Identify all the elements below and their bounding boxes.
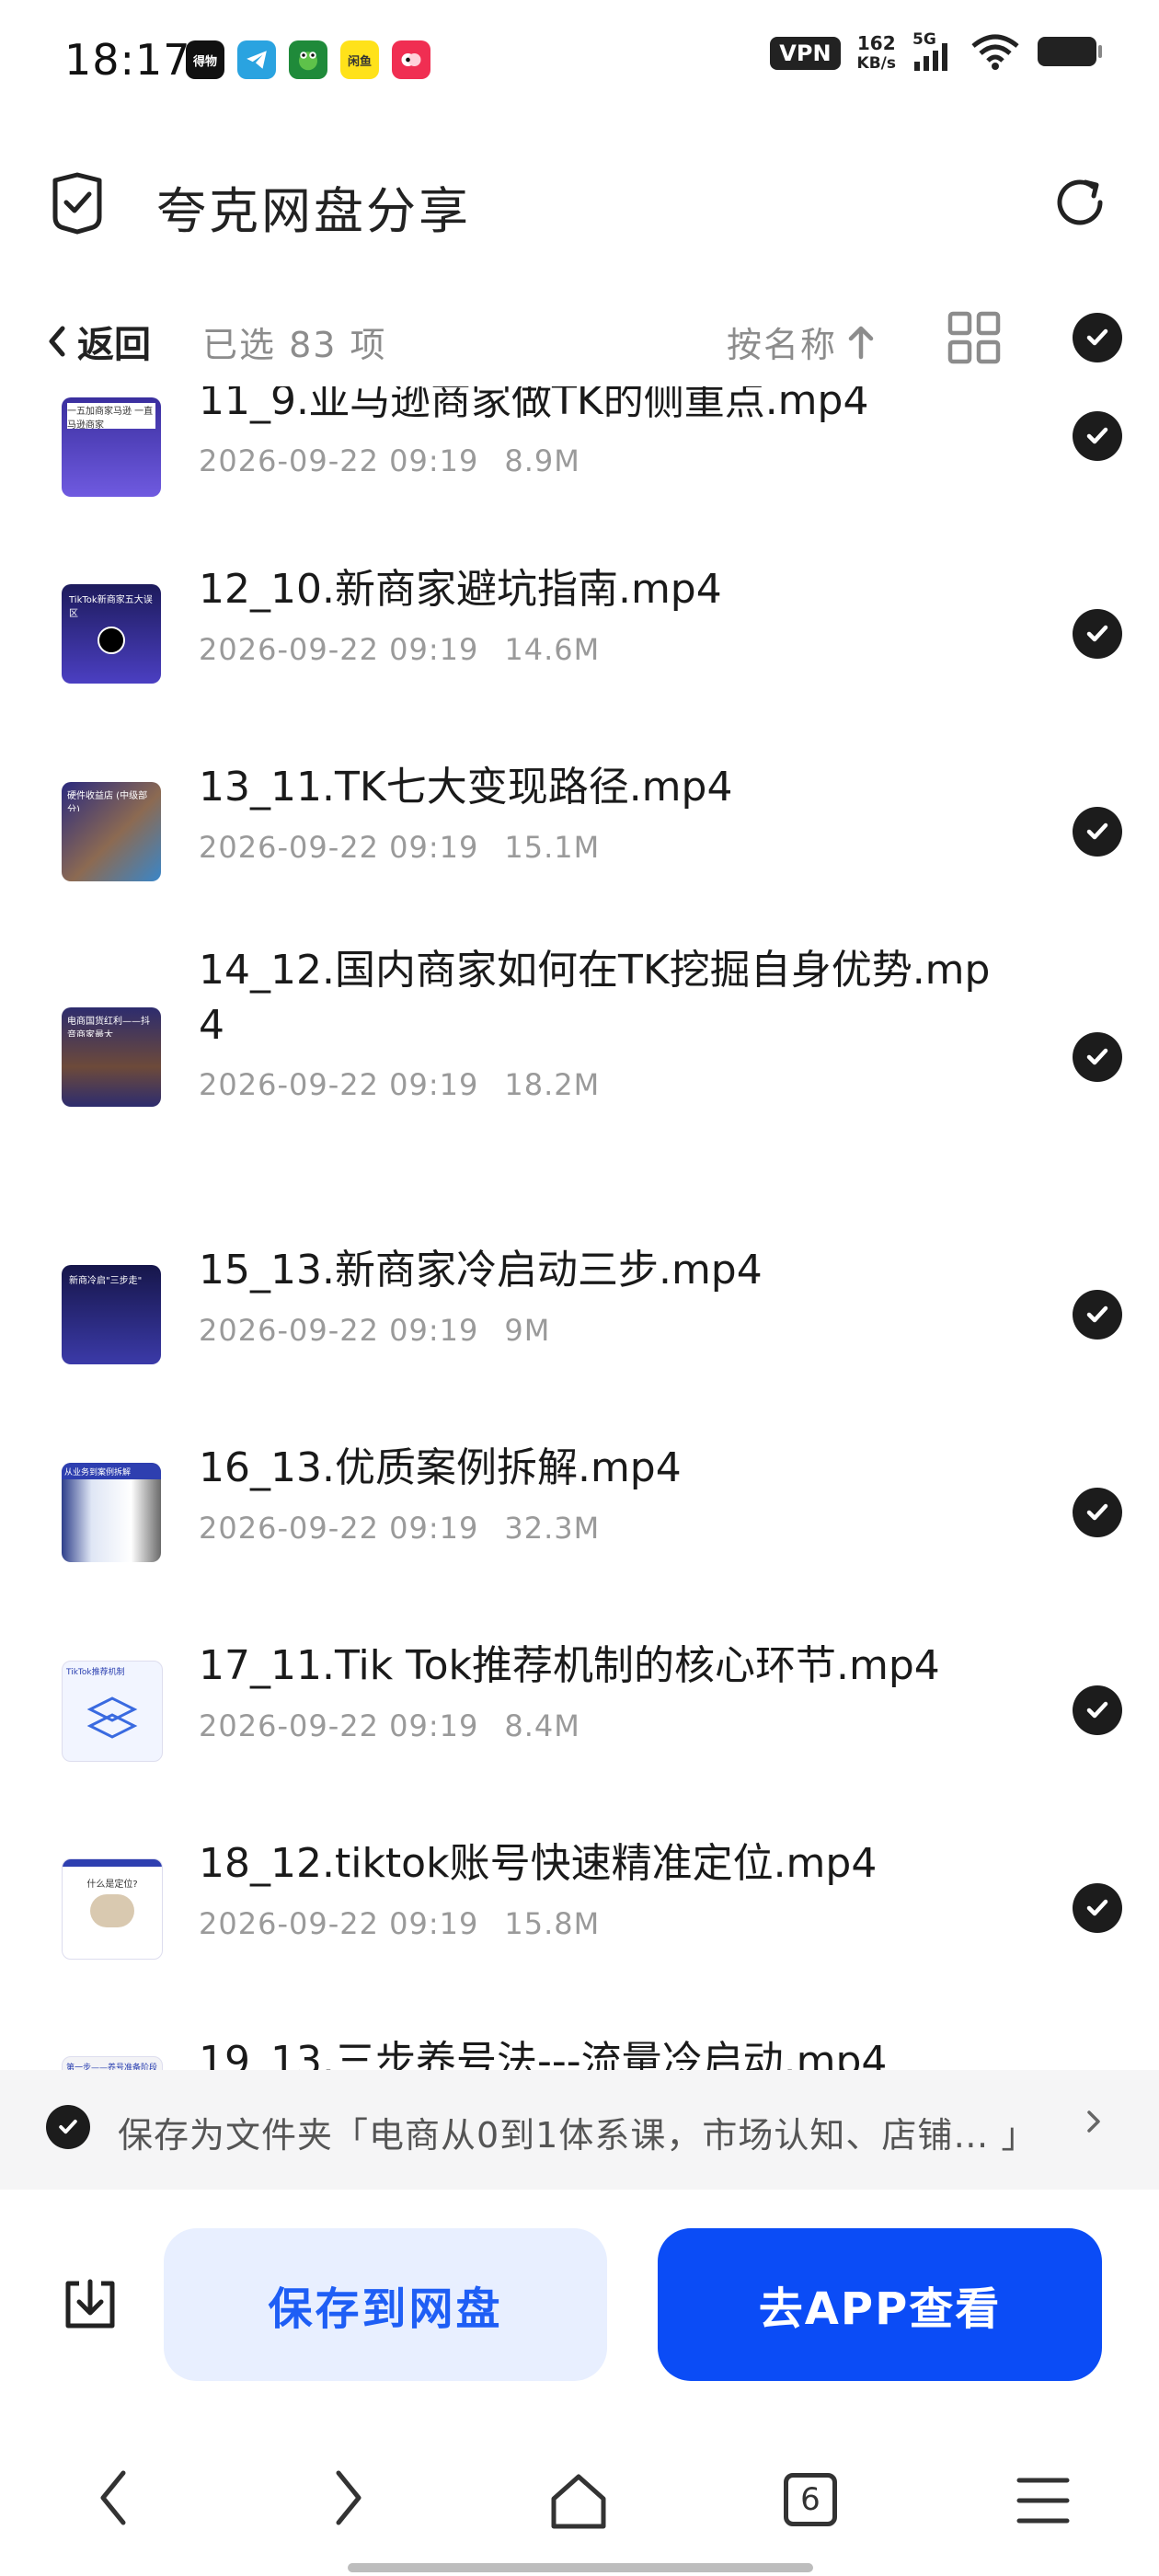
video-thumbnail: 新商冷启"三步走"	[62, 1265, 161, 1364]
forward-nav-icon[interactable]	[329, 2466, 366, 2534]
file-name: 17_11.Tik Tok推荐机制的核心环节.mp4	[199, 1642, 940, 1689]
file-name: 19_13.三步养号法---流量冷启动.mp4	[199, 2038, 888, 2070]
video-thumbnail: 什么是定位?	[62, 1858, 163, 1960]
row-checkbox[interactable]	[1073, 1290, 1122, 1340]
status-right: VPN 162 KB/s 5G	[770, 30, 1104, 74]
tabs-button[interactable]: 6	[784, 2473, 837, 2526]
file-name: 14_12.国内商家如何在TK挖掘自身优势.mp4	[199, 947, 991, 1049]
back-label: 返回	[77, 324, 151, 366]
row-checkbox[interactable]	[1073, 807, 1122, 857]
file-meta: 2026-09-22 09:19 9M	[199, 1313, 551, 1348]
file-meta: 2026-09-22 09:19 15.1M	[199, 830, 601, 865]
row-checkbox[interactable]	[1073, 609, 1122, 659]
open-in-app-button[interactable]: 去APP查看	[658, 2228, 1102, 2381]
row-checkbox[interactable]	[1073, 1685, 1122, 1735]
chevron-right-icon[interactable]	[1085, 2103, 1104, 2149]
file-meta: 2026-09-22 09:19 14.6M	[199, 632, 601, 667]
signal-icon: 5G	[912, 30, 955, 73]
tab-count: 6	[800, 2481, 820, 2518]
save-to-drive-button[interactable]: 保存到网盘	[164, 2228, 607, 2381]
file-meta: 2026-09-22 09:19 8.9M	[199, 443, 580, 478]
network-speed: 162 KB/s	[856, 32, 896, 73]
selection-toolbar: 返回 已选 83 项 按名称	[0, 294, 1159, 386]
refresh-icon[interactable]	[1049, 171, 1111, 237]
arrow-up-icon	[848, 326, 874, 359]
check-icon	[1086, 822, 1108, 840]
dewu-icon: 得物	[186, 40, 224, 79]
video-thumbnail: 电商国货红利——抖音商家最大	[62, 1007, 161, 1107]
vpn-badge: VPN	[770, 37, 841, 70]
browser-nav-bar: 6	[0, 2438, 1159, 2576]
notification-icons: 得物 闲鱼	[186, 40, 430, 79]
select-all-checkbox[interactable]	[1073, 313, 1122, 362]
check-icon	[1086, 1305, 1108, 1323]
check-icon	[1086, 1899, 1108, 1916]
file-name: 18_12.tiktok账号快速精准定位.mp4	[199, 1840, 878, 1887]
save-as-folder-bar[interactable]: 保存为文件夹「电商从0到1体系课，市场认知、店铺… 」	[0, 2070, 1159, 2190]
red-app-icon	[392, 40, 430, 79]
row-checkbox[interactable]	[1073, 1032, 1122, 1082]
back-nav-icon[interactable]	[96, 2466, 132, 2534]
home-indicator[interactable]	[348, 2563, 813, 2572]
shield-check-icon	[48, 171, 107, 239]
sort-button[interactable]: 按名称	[727, 316, 876, 367]
file-name: 13_11.TK七大变现路径.mp4	[199, 764, 733, 811]
check-icon	[1086, 1701, 1108, 1719]
file-meta: 2026-09-22 09:19 15.8M	[199, 1906, 601, 1941]
selected-count: 已选 83 项	[202, 325, 387, 365]
home-icon[interactable]	[548, 2471, 609, 2536]
action-bar: 保存到网盘 去APP查看	[0, 2190, 1159, 2410]
check-icon	[1086, 328, 1108, 346]
video-thumbnail: 一五加商家马逊 一直马逊商家	[62, 397, 161, 497]
check-icon	[1086, 427, 1108, 444]
chevron-left-icon	[49, 326, 65, 357]
video-thumbnail: TikTok推荐机制	[62, 1661, 163, 1762]
save-folder-text: 保存为文件夹「电商从0到1体系课，市场认知、店铺… 」	[118, 2115, 1038, 2156]
frog-app-icon	[289, 40, 327, 79]
file-meta: 2026-09-22 09:19 18.2M	[199, 1067, 601, 1102]
row-checkbox[interactable]	[1073, 1883, 1122, 1933]
file-meta: 2026-09-22 09:19 8.4M	[199, 1708, 580, 1743]
telegram-icon	[237, 40, 276, 79]
back-button[interactable]: 返回	[46, 315, 151, 368]
menu-icon[interactable]	[1016, 2475, 1071, 2530]
check-icon	[1086, 625, 1108, 642]
download-icon[interactable]	[61, 2274, 120, 2337]
video-thumbnail: 硬件收益店 (中级部分)	[62, 782, 161, 881]
video-thumbnail: 从业务到案例拆解	[62, 1463, 161, 1562]
row-checkbox[interactable]	[1073, 1488, 1122, 1537]
check-icon	[59, 2119, 77, 2134]
wifi-icon	[971, 33, 1019, 74]
video-thumbnail: TikTok新商家五大误区	[62, 584, 161, 684]
page-title: 夸克网盘分享	[156, 182, 471, 240]
video-thumbnail: 第一步——养号准备阶段	[62, 2056, 163, 2070]
battery-icon	[1036, 33, 1104, 74]
grid-view-icon[interactable]	[947, 311, 1001, 368]
file-name: 12_10.新商家避坑指南.mp4	[199, 566, 722, 613]
check-icon	[1086, 1503, 1108, 1521]
yellow-app-icon: 闲鱼	[340, 40, 379, 79]
file-name: 16_13.优质案例拆解.mp4	[199, 1444, 682, 1491]
file-list: 一五加商家马逊 一直马逊商家 11_9.亚马逊商家做TK的侧重点.mp4 202…	[0, 386, 1159, 2070]
save-as-folder-checkbox[interactable]	[46, 2105, 90, 2149]
status-time: 18:17	[64, 35, 191, 85]
check-icon	[1086, 1048, 1108, 1065]
status-bar: 18:17 得物 闲鱼 VPN 162 KB/s 5G	[0, 0, 1159, 129]
file-meta: 2026-09-22 09:19 32.3M	[199, 1511, 601, 1546]
file-name: 11_9.亚马逊商家做TK的侧重点.mp4	[199, 386, 869, 424]
file-name: 15_13.新商家冷启动三步.mp4	[199, 1247, 763, 1294]
page-header: 夸克网盘分享	[0, 138, 1159, 267]
sort-label: 按名称	[727, 325, 838, 365]
row-checkbox[interactable]	[1073, 411, 1122, 461]
